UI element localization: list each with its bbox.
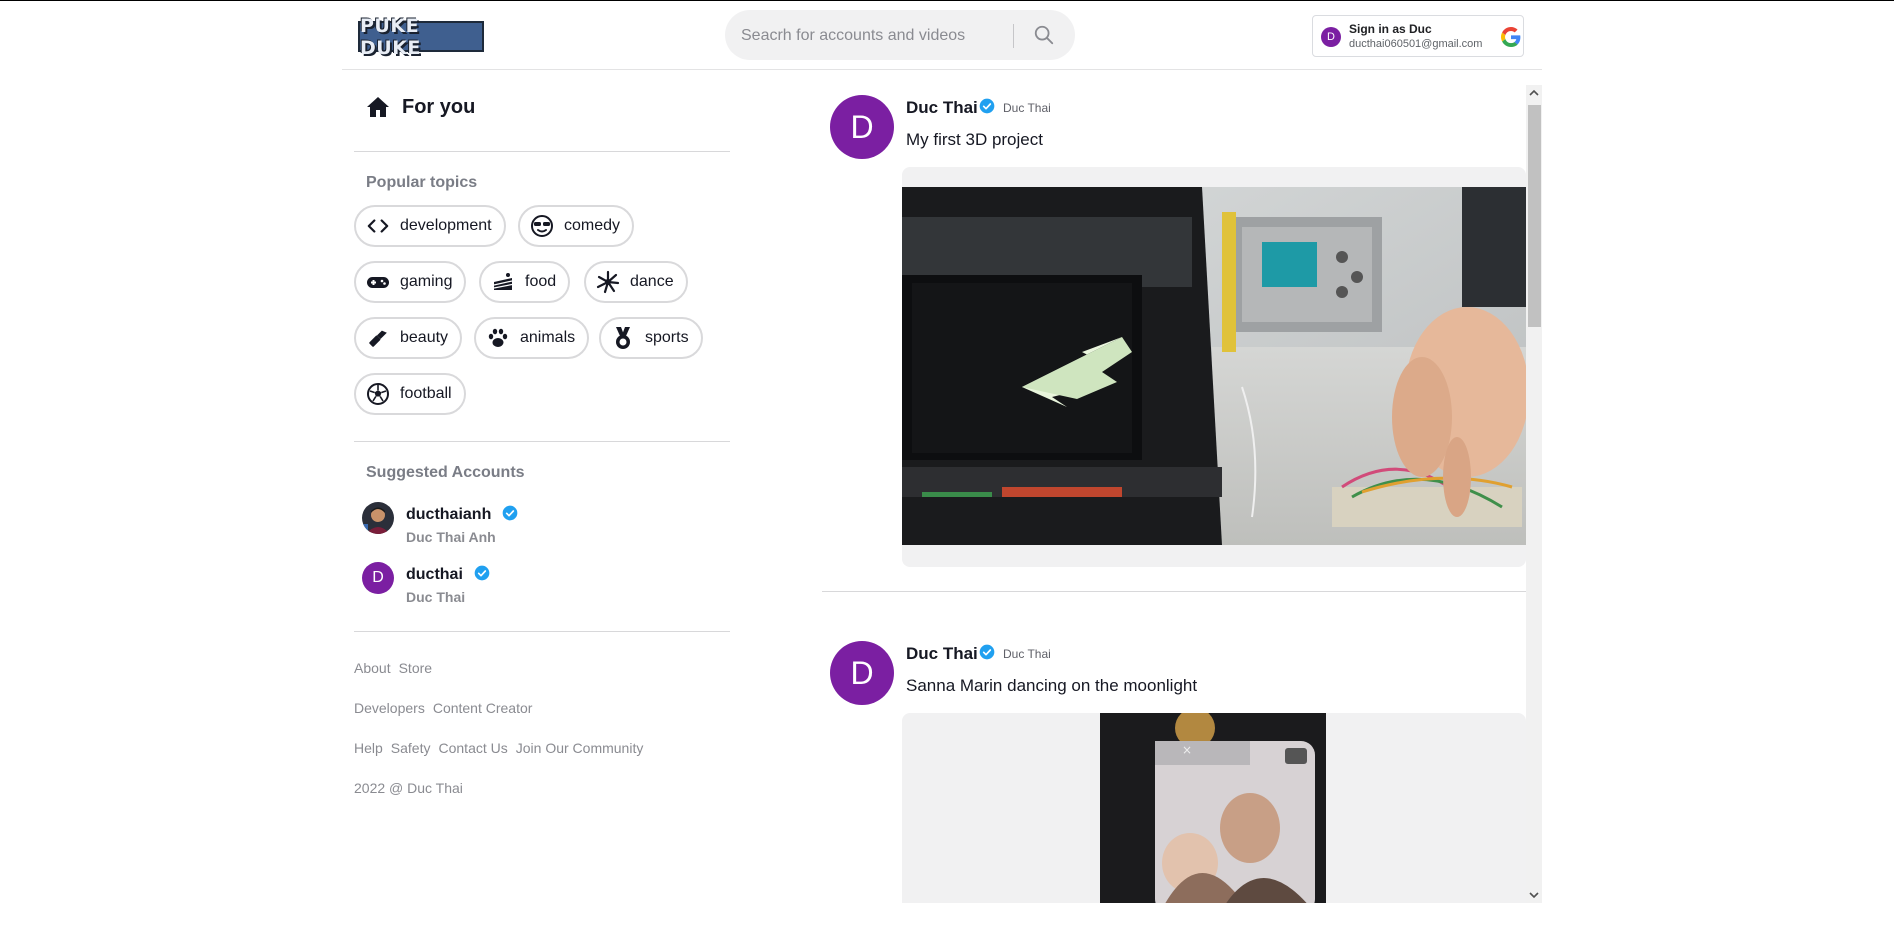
topic-sports[interactable]: sports xyxy=(599,317,703,359)
popular-topics-title: Popular topics xyxy=(366,174,478,191)
verified-badge-icon xyxy=(474,565,490,581)
post-caption: Sanna Marin dancing on the moonlight xyxy=(906,676,1198,695)
soccer-ball-icon xyxy=(366,382,390,406)
video-thumbnail[interactable] xyxy=(902,187,1526,545)
topic-food[interactable]: food xyxy=(479,261,571,303)
footer-link-developers[interactable]: Developers xyxy=(354,700,425,716)
topic-label: gaming xyxy=(400,273,453,290)
code-icon xyxy=(366,214,390,238)
scrollbar-thumb[interactable] xyxy=(1528,105,1541,327)
sidebar-divider xyxy=(354,151,730,152)
search-icon xyxy=(1034,25,1054,45)
suggested-accounts-title: Suggested Accounts xyxy=(366,464,525,481)
search-input[interactable] xyxy=(739,23,1003,49)
footer-link-content-creator[interactable]: Content Creator xyxy=(433,700,533,716)
svg-text:×: × xyxy=(1182,743,1192,757)
topic-animals[interactable]: animals xyxy=(474,317,590,359)
post-avatar[interactable]: D xyxy=(830,641,894,705)
sunglasses-face-icon xyxy=(530,214,554,238)
copyright-text: 2022 @ Duc Thai xyxy=(354,780,463,796)
google-icon xyxy=(1501,27,1521,47)
footer-link-store[interactable]: Store xyxy=(399,660,432,676)
post-author-nickname: Duc Thai xyxy=(1003,647,1051,661)
verified-badge-icon xyxy=(502,505,518,521)
footer-link-join-community[interactable]: Join Our Community xyxy=(516,740,644,756)
signin-avatar: D xyxy=(1321,27,1341,47)
cake-icon xyxy=(491,270,515,294)
topic-label: development xyxy=(400,217,492,234)
topic-label: animals xyxy=(520,329,576,346)
topic-label: comedy xyxy=(564,217,621,234)
lipstick-icon xyxy=(366,326,390,350)
scroll-down-arrow-icon[interactable] xyxy=(1526,887,1542,903)
suggested-account[interactable]: ducthaianh Duc Thai Anh xyxy=(362,502,662,550)
signin-title: Sign in as Duc xyxy=(1349,22,1432,36)
account-username: ducthaianh xyxy=(406,506,492,523)
search-separator xyxy=(1013,24,1014,48)
footer-links-row: Developers Content Creator xyxy=(354,700,532,716)
verified-badge-icon xyxy=(979,644,995,660)
post-author-name[interactable]: Duc Thai xyxy=(906,644,978,664)
footer-link-contact-us[interactable]: Contact Us xyxy=(439,740,508,756)
sidebar: For you Popular topics development comed… xyxy=(354,70,730,925)
nav-for-you[interactable]: For you xyxy=(366,95,475,119)
avatar xyxy=(362,502,394,534)
topic-label: beauty xyxy=(400,329,449,346)
post-author-name[interactable]: Duc Thai xyxy=(906,98,978,118)
topic-label: sports xyxy=(645,329,689,346)
logo[interactable]: PUKE DUKE xyxy=(358,15,484,59)
dance-icon xyxy=(596,270,620,294)
topic-label: dance xyxy=(630,273,674,290)
post-divider xyxy=(822,591,1526,592)
copyright: 2022 @ Duc Thai xyxy=(354,780,463,796)
nav-for-you-label: For you xyxy=(402,95,476,118)
footer-link-about[interactable]: About xyxy=(354,660,391,676)
footer-links-row: Help Safety Contact Us Join Our Communit… xyxy=(354,740,643,756)
google-signin-button[interactable]: D Sign in as Duc ducthai060501@gmail.com xyxy=(1312,15,1524,57)
video-container[interactable] xyxy=(902,167,1526,567)
scroll-up-arrow-icon[interactable] xyxy=(1526,85,1542,101)
sidebar-divider xyxy=(354,631,730,632)
footer-link-help[interactable]: Help xyxy=(354,740,383,756)
footer-link-safety[interactable]: Safety xyxy=(391,740,431,756)
search-button[interactable] xyxy=(1021,19,1067,51)
header: PUKE DUKE D Sign in as Duc ducthai060501… xyxy=(342,1,1542,70)
account-fullname: Duc Thai xyxy=(406,589,466,605)
paw-icon xyxy=(486,326,510,350)
medal-icon xyxy=(611,326,635,350)
topic-beauty[interactable]: beauty xyxy=(354,317,463,359)
suggested-account[interactable]: D ducthai Duc Thai xyxy=(362,562,662,610)
footer-links-row: About Store xyxy=(354,660,432,676)
topic-development[interactable]: development xyxy=(354,205,506,247)
topic-gaming[interactable]: gaming xyxy=(354,261,467,303)
home-icon xyxy=(367,97,389,117)
topic-football[interactable]: football xyxy=(354,373,466,415)
topic-dance[interactable]: dance xyxy=(584,261,688,303)
sidebar-divider xyxy=(354,441,730,442)
video-thumbnail[interactable]: × xyxy=(1100,713,1326,903)
topic-comedy[interactable]: comedy xyxy=(518,205,635,247)
post-author-nickname: Duc Thai xyxy=(1003,101,1051,115)
video-feed: D Duc Thai Duc Thai My first 3D project xyxy=(822,85,1526,903)
account-fullname: Duc Thai Anh xyxy=(406,529,496,545)
avatar: D xyxy=(362,562,394,594)
search-bar xyxy=(725,10,1075,60)
topic-label: food xyxy=(525,273,557,290)
topic-label: football xyxy=(400,385,452,402)
signin-email: ducthai060501@gmail.com xyxy=(1349,38,1483,50)
feed-scrollbar[interactable] xyxy=(1526,85,1542,903)
verified-badge-icon xyxy=(979,98,995,114)
gamepad-icon xyxy=(366,270,390,294)
account-username: ducthai xyxy=(406,566,463,583)
post-avatar[interactable]: D xyxy=(830,95,894,159)
post-caption: My first 3D project xyxy=(906,130,1043,149)
video-container[interactable]: × xyxy=(902,713,1526,903)
